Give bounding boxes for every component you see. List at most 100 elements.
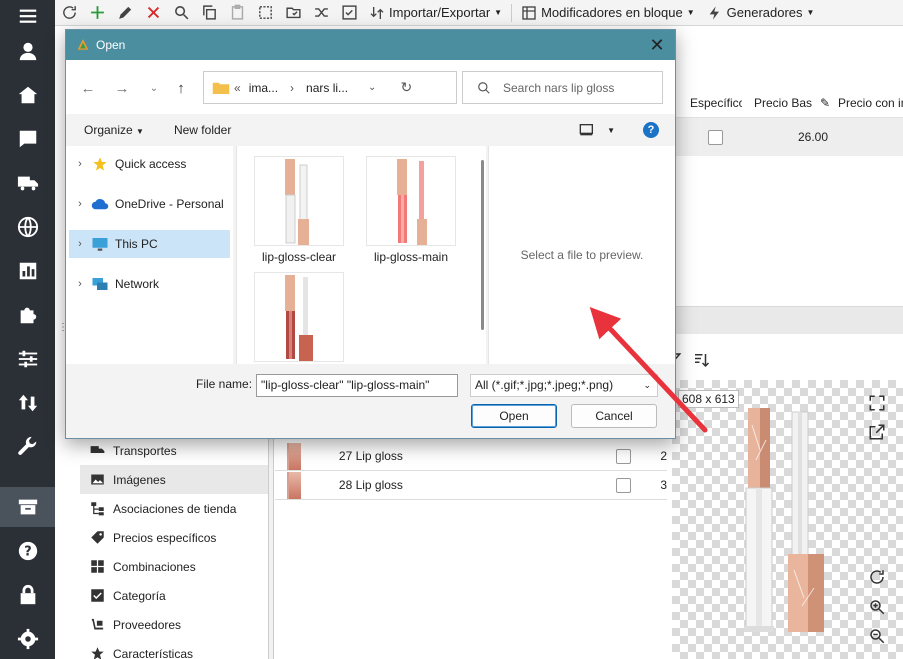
refresh-icon[interactable] [55, 0, 83, 26]
file-item-lip-gloss-main[interactable]: lip-gloss-main [365, 156, 457, 264]
move-folder-icon[interactable] [279, 0, 307, 26]
home-icon[interactable] [0, 75, 55, 115]
column-precio-base[interactable]: Precio Bas [742, 96, 820, 110]
vertical-scrollbar[interactable] [481, 160, 484, 330]
file-item-lip-gloss-third[interactable] [253, 272, 345, 366]
add-icon[interactable] [83, 0, 111, 26]
import-export-icon [370, 6, 384, 19]
price-cell: 26.00 [798, 130, 829, 144]
rotate-icon[interactable] [866, 566, 888, 588]
bulk-modifiers-menu[interactable]: Modificadores en bloque ▼ [515, 5, 701, 21]
fit-screen-icon[interactable] [866, 392, 888, 414]
subnav-item-asociaciones[interactable]: Asociaciones de tienda [80, 494, 268, 523]
search-box[interactable]: Search nars lip gloss [462, 71, 663, 104]
dialog-footer: File name: "lip-gloss-clear" "lip-gloss-… [66, 364, 675, 438]
subnav-item-precios[interactable]: Precios específicos [80, 523, 268, 552]
help-icon[interactable]: ? [0, 531, 55, 571]
chevron-right-icon[interactable]: › [69, 158, 91, 170]
subnav-item-imagenes[interactable]: Imágenes [80, 465, 268, 494]
sliders-icon[interactable] [0, 339, 55, 379]
column-especifico[interactable]: Específico [676, 96, 742, 110]
open-button[interactable]: Open [471, 404, 557, 428]
tree-label: This PC [115, 237, 158, 251]
up-arrow-icon[interactable]: ↑ [171, 78, 191, 98]
tree-item-this-pc[interactable]: › This PC [69, 230, 230, 258]
navigation-bar: ← → ⌄ ↑ « ima... › nars li... ⌄ ↻ Search… [66, 60, 675, 114]
subnav-item-transportes[interactable]: Transportes [80, 436, 268, 465]
address-segment[interactable]: nars li... [306, 81, 348, 95]
table-row[interactable]: 26.00 [676, 118, 903, 156]
pencil-icon[interactable]: ✎ [820, 96, 832, 110]
delete-icon[interactable] [139, 0, 167, 26]
address-segment[interactable]: ima... [249, 81, 278, 95]
recent-locations-icon[interactable]: ⌄ [144, 78, 164, 98]
file-item-lip-gloss-clear[interactable]: lip-gloss-clear [253, 156, 345, 264]
help-icon[interactable]: ? [643, 122, 659, 138]
import-export-menu[interactable]: Importar/Exportar ▼ [363, 5, 508, 21]
truck-icon[interactable] [0, 163, 55, 203]
tree-item-quick-access[interactable]: › Quick access [69, 150, 230, 178]
puzzle-icon[interactable] [0, 295, 55, 335]
row-checkbox[interactable] [616, 477, 632, 493]
paste-icon[interactable] [223, 0, 251, 26]
row-checkbox[interactable] [616, 448, 632, 464]
chart-icon[interactable] [0, 251, 55, 291]
view-menu-button[interactable]: ▼ [579, 123, 615, 137]
lock-icon[interactable] [0, 575, 55, 615]
tree-item-network[interactable]: › Network [69, 270, 230, 298]
image-name: 28 Lip gloss [338, 478, 403, 492]
chevron-right-icon[interactable]: › [69, 198, 91, 210]
back-arrow-icon[interactable]: ← [78, 78, 98, 98]
organize-button[interactable]: Organize ▼ [84, 123, 144, 137]
panel-divider [676, 306, 903, 334]
select-icon[interactable] [251, 0, 279, 26]
refresh-icon[interactable]: ↻ [400, 79, 412, 96]
tree-item-onedrive[interactable]: › OneDrive - Personal [69, 190, 230, 218]
open-external-icon[interactable] [866, 421, 888, 443]
chevron-right-icon[interactable]: › [69, 238, 91, 250]
check-box-icon[interactable] [335, 0, 363, 26]
chevron-right-icon[interactable]: › [69, 278, 91, 290]
app-logo-icon [77, 39, 89, 50]
open-file-dialog: Open ✕ ← → ⌄ ↑ « ima... › nars li... ⌄ ↻… [65, 29, 676, 439]
chat-icon[interactable] [0, 119, 55, 159]
subnav-item-categoria[interactable]: Categoría [80, 581, 268, 610]
shuffle-icon[interactable] [307, 0, 335, 26]
star-icon [91, 647, 104, 659]
wrench-icon[interactable] [0, 427, 55, 467]
user-icon[interactable] [0, 31, 55, 71]
forward-arrow-icon[interactable]: → [112, 78, 132, 98]
zoom-out-icon[interactable] [866, 625, 888, 647]
sort-icon[interactable] [0, 383, 55, 423]
search-icon[interactable] [167, 0, 195, 26]
new-folder-button[interactable]: New folder [174, 123, 231, 137]
truck-icon [90, 446, 105, 453]
chevron-down-icon[interactable]: ⌄ [368, 82, 376, 93]
caret-down-icon: ▼ [806, 8, 815, 17]
store-icon[interactable] [0, 487, 55, 527]
globe-icon[interactable] [0, 207, 55, 247]
file-name-field[interactable]: "lip-gloss-clear" "lip-gloss-main" [256, 374, 458, 397]
zoom-in-icon[interactable] [866, 596, 888, 618]
sitemap-icon [91, 502, 104, 516]
address-bar[interactable]: « ima... › nars li... ⌄ ↻ [203, 71, 457, 104]
subnav-item-proveedores[interactable]: Proveedores [80, 610, 268, 639]
generators-menu[interactable]: Generadores ▼ [701, 5, 821, 21]
edit-icon[interactable] [111, 0, 139, 26]
file-type-select[interactable]: All (*.gif;*.jpg;*.jpeg;*.png) ⌄ [470, 374, 658, 397]
subnav-item-combinaciones[interactable]: Combinaciones [80, 552, 268, 581]
panel-splitter[interactable] [268, 436, 274, 659]
dialog-title: Open [96, 38, 126, 52]
subnav-item-caracteristicas[interactable]: Características [80, 639, 268, 659]
especifico-checkbox[interactable] [708, 129, 723, 145]
main-toolbar: Importar/Exportar ▼ Modificadores en bloq… [55, 0, 903, 26]
address-overflow[interactable]: « [234, 81, 241, 95]
settings-icon[interactable] [0, 619, 55, 659]
column-precio-con-impuestos[interactable]: Precio con im [832, 96, 903, 110]
table-row[interactable]: 27 Lip gloss 2 [275, 442, 667, 471]
copy-icon[interactable] [195, 0, 223, 26]
cancel-button[interactable]: Cancel [571, 404, 657, 428]
close-icon[interactable]: ✕ [647, 35, 667, 55]
sort-down-icon[interactable] [690, 349, 712, 371]
table-row[interactable]: 28 Lip gloss 3 [275, 471, 667, 500]
